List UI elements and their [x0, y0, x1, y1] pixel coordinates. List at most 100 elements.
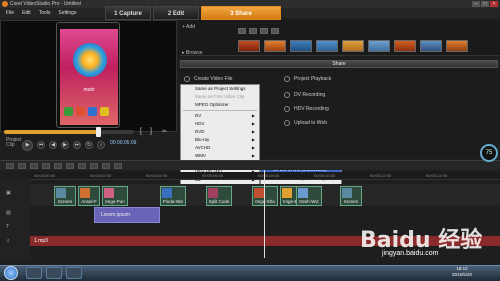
clip-label: Imge-Sha	[253, 199, 277, 204]
redo-icon[interactable]	[42, 162, 50, 169]
repeat-icon[interactable]: ↻	[85, 141, 93, 149]
menu-settings[interactable]: Settings	[58, 10, 76, 16]
playback-controls: ▶ ⏮ ◀ ▶ ⏭ ↻ ♪	[22, 139, 162, 151]
tab-share[interactable]: 3 Share	[201, 6, 281, 20]
undo-icon[interactable]	[30, 162, 38, 169]
media-thumbnail[interactable]	[238, 40, 260, 52]
media-thumbnail[interactable]	[316, 40, 338, 52]
timecode[interactable]: 00:00:05:09	[110, 140, 136, 146]
media-thumbnail[interactable]	[264, 40, 286, 52]
scrub-handle[interactable]	[95, 127, 101, 137]
end-icon[interactable]: ⏭	[73, 141, 81, 149]
play-icon[interactable]: ▶	[22, 139, 33, 151]
menu-item-bluray[interactable]: Blu-ray ▶	[181, 136, 259, 144]
video-clip[interactable]: Screen	[340, 186, 362, 206]
clip-label: Split Code	[208, 199, 230, 204]
tab-edit[interactable]: 2 Edit	[153, 6, 199, 20]
menu-edit[interactable]: Edit	[22, 10, 31, 16]
menu-item-hdv[interactable]: HDV ▶	[181, 120, 259, 128]
title-track-icon[interactable]: T	[6, 224, 20, 232]
menu-item-wmv[interactable]: WMV ▶	[181, 152, 259, 160]
overlay-track-icon[interactable]: ▤	[6, 210, 20, 218]
taskbar-app-qq[interactable]	[26, 267, 42, 279]
add-button[interactable]: + Add	[182, 24, 195, 30]
system-clock[interactable]: 18:12 2015/5/20	[440, 266, 484, 278]
project-clip-toggle[interactable]: Project Clip	[6, 138, 22, 148]
dv-recording-option[interactable]: DV Recording	[284, 92, 325, 98]
video-clip[interactable]: Ansel-F	[78, 186, 100, 206]
tab-capture[interactable]: 1 Capture	[105, 6, 151, 20]
video-clip[interactable]: Pinda-Wiz	[160, 186, 186, 206]
media-thumbnail[interactable]	[446, 40, 468, 52]
step-number: 1	[114, 11, 118, 17]
ruler-mark: 00:00:12:00	[370, 173, 392, 178]
volume-icon[interactable]: ♪	[97, 141, 105, 149]
clip-label: Pinda-Wiz	[162, 199, 184, 204]
submenu-arrow-icon: ▶	[251, 121, 255, 126]
media-thumbnail[interactable]	[368, 40, 390, 52]
timeline-view-icon[interactable]	[18, 162, 26, 169]
create-video-file-option[interactable]: Create Video File	[184, 76, 233, 82]
audio-filter-icon[interactable]	[271, 28, 279, 34]
music-track-icon[interactable]: ♫	[6, 238, 20, 246]
taskbar-app-chrome[interactable]	[46, 267, 62, 279]
clip-label: Screen	[57, 199, 73, 204]
film-icon	[184, 76, 190, 82]
minimize-icon[interactable]: –	[472, 1, 480, 7]
clip-mode-label[interactable]: Clip	[6, 143, 22, 148]
project-playback-option[interactable]: Project Playback	[284, 76, 331, 82]
menu-item-dv[interactable]: DV ▶	[181, 112, 259, 120]
menu-tools[interactable]: Tools	[39, 10, 51, 16]
video-clip[interactable]: Imge-Pun	[102, 186, 128, 206]
mark-out-icon[interactable]: ]	[150, 128, 156, 136]
zoom-in-icon[interactable]	[90, 162, 98, 169]
submenu-arrow-icon: ▶	[251, 129, 255, 134]
timeline-playhead[interactable]	[264, 170, 265, 258]
menu-item-avchd[interactable]: AVCHD ▶	[181, 144, 259, 152]
fit-project-icon[interactable]	[114, 162, 122, 169]
start-button[interactable]	[4, 266, 18, 280]
sound-mixer-icon[interactable]	[66, 162, 74, 169]
browse-button[interactable]: ▸ Browse	[182, 50, 203, 56]
upload-to-web-option[interactable]: Upload to Web	[284, 120, 327, 126]
photo-filter-icon[interactable]	[260, 28, 268, 34]
video-clip[interactable]: Imge-Sha	[252, 186, 278, 206]
preview-image: moto	[56, 22, 120, 128]
video-clip[interactable]: Split Code	[206, 186, 232, 206]
prev-frame-icon[interactable]: ◀	[49, 141, 57, 149]
split-clip-icon[interactable]: ✂	[162, 128, 168, 136]
media-thumbnail[interactable]	[290, 40, 312, 52]
clip-thumbnail	[298, 188, 308, 198]
menu-item-mpeg-optimizer[interactable]: MPEG Optimizer	[181, 101, 259, 109]
mark-in-icon[interactable]: [	[140, 128, 146, 136]
maximize-icon[interactable]: □	[481, 1, 489, 7]
menu-file[interactable]: File	[6, 10, 14, 16]
zoom-out-icon[interactable]	[102, 162, 110, 169]
menu-item-label: DV	[195, 113, 202, 118]
next-frame-icon[interactable]: ▶	[61, 141, 69, 149]
close-icon[interactable]: ×	[490, 1, 498, 7]
timeline-ruler[interactable]: 00:00:00:00 00:00:02:00 00:00:04:00 00:0…	[30, 172, 500, 180]
video-filter-icon[interactable]	[249, 28, 257, 34]
playback-icon	[284, 76, 290, 82]
video-track-icon[interactable]: ▣	[6, 190, 20, 198]
auto-music-icon[interactable]	[78, 162, 86, 169]
menu-item-label: AVCHD	[195, 145, 211, 150]
taskbar-app-videostudio[interactable]	[66, 267, 82, 279]
menu-item-dvd[interactable]: DVD ▶	[181, 128, 259, 136]
media-thumbnail[interactable]	[342, 40, 364, 52]
video-clip[interactable]: Screen	[54, 186, 76, 206]
menu-item-same-as-project[interactable]: Same as Project Settings	[181, 85, 259, 93]
storyboard-view-icon[interactable]	[6, 162, 14, 169]
video-clip[interactable]: Desh-Wiz	[296, 186, 322, 206]
hdv-recording-option[interactable]: HDV Recording	[284, 106, 329, 112]
media-thumbnail[interactable]	[420, 40, 442, 52]
record-icon[interactable]	[54, 162, 62, 169]
media-thumbnail[interactable]	[394, 40, 416, 52]
title-clip[interactable]: Lorem ipsum	[94, 207, 160, 223]
option-label: Upload to Web	[294, 120, 327, 126]
home-icon[interactable]: ⏮	[37, 141, 45, 149]
scrub-progress	[4, 130, 98, 134]
share-header: Share	[180, 60, 498, 68]
folder-icon[interactable]	[238, 28, 246, 34]
